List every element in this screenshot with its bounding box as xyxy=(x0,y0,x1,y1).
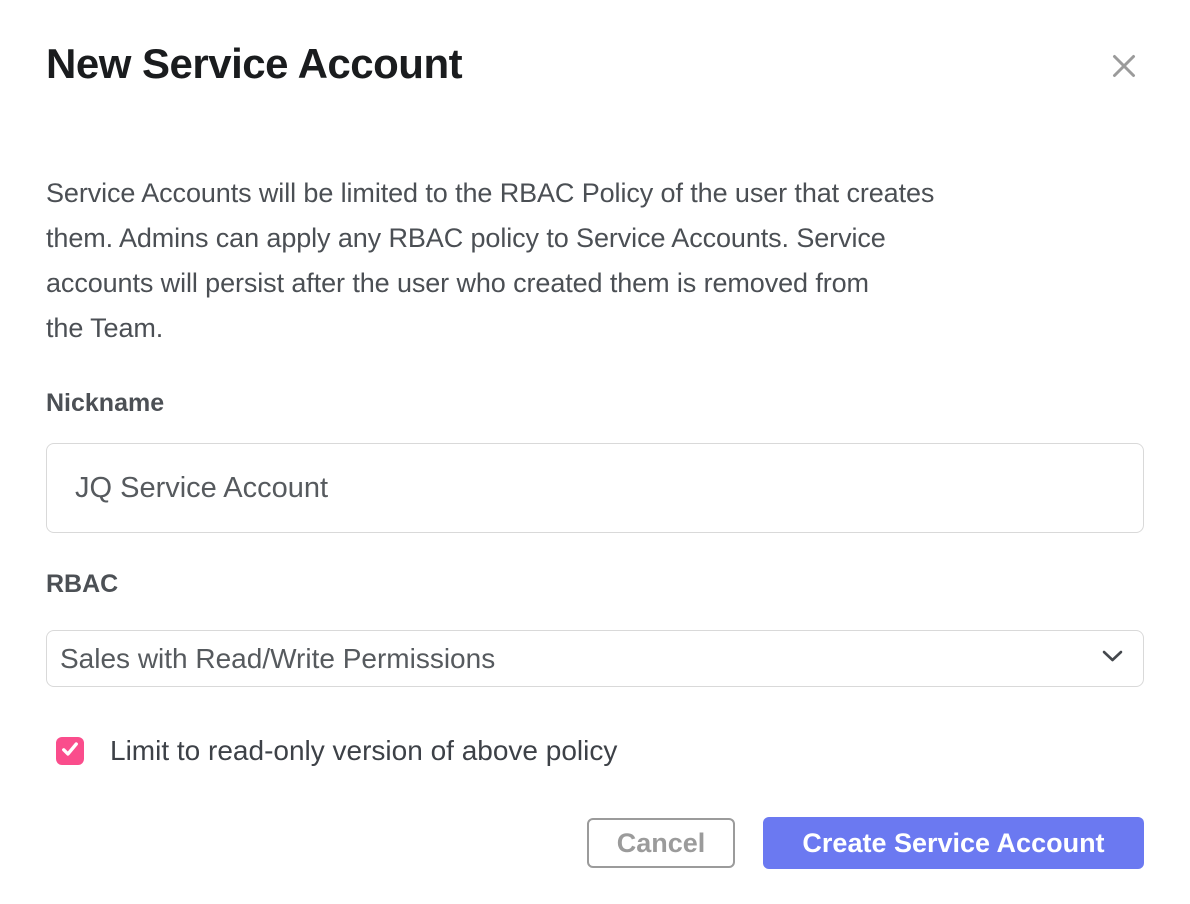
close-button[interactable] xyxy=(1104,46,1144,86)
rbac-label: RBAC xyxy=(46,569,1144,600)
cancel-button[interactable]: Cancel xyxy=(587,818,735,868)
readonly-checkbox-row: Limit to read-only version of above poli… xyxy=(46,733,1144,769)
rbac-selected-value: Sales with Read/Write Permissions xyxy=(60,643,495,675)
nickname-label: Nickname xyxy=(46,388,1144,419)
checkmark-icon xyxy=(60,739,80,764)
nickname-input[interactable] xyxy=(46,443,1144,533)
description-line: accounts will persist after the user who… xyxy=(46,261,1144,306)
description-line: them. Admins can apply any RBAC policy t… xyxy=(46,216,1144,261)
description-line: Service Accounts will be limited to the … xyxy=(46,171,1144,216)
modal-footer: Cancel Create Service Account xyxy=(46,817,1144,869)
rbac-select[interactable]: Sales with Read/Write Permissions xyxy=(46,630,1144,687)
create-service-account-button[interactable]: Create Service Account xyxy=(763,817,1144,869)
new-service-account-modal: New Service Account Service Accounts wil… xyxy=(0,0,1190,904)
modal-description: Service Accounts will be limited to the … xyxy=(46,171,1144,351)
readonly-checkbox-label[interactable]: Limit to read-only version of above poli… xyxy=(110,733,617,769)
close-icon xyxy=(1110,68,1138,83)
description-line: the Team. xyxy=(46,306,1144,351)
page-title: New Service Account xyxy=(46,38,462,90)
modal-header: New Service Account xyxy=(46,0,1144,90)
chevron-down-icon xyxy=(1102,650,1123,668)
readonly-checkbox[interactable] xyxy=(56,737,84,765)
